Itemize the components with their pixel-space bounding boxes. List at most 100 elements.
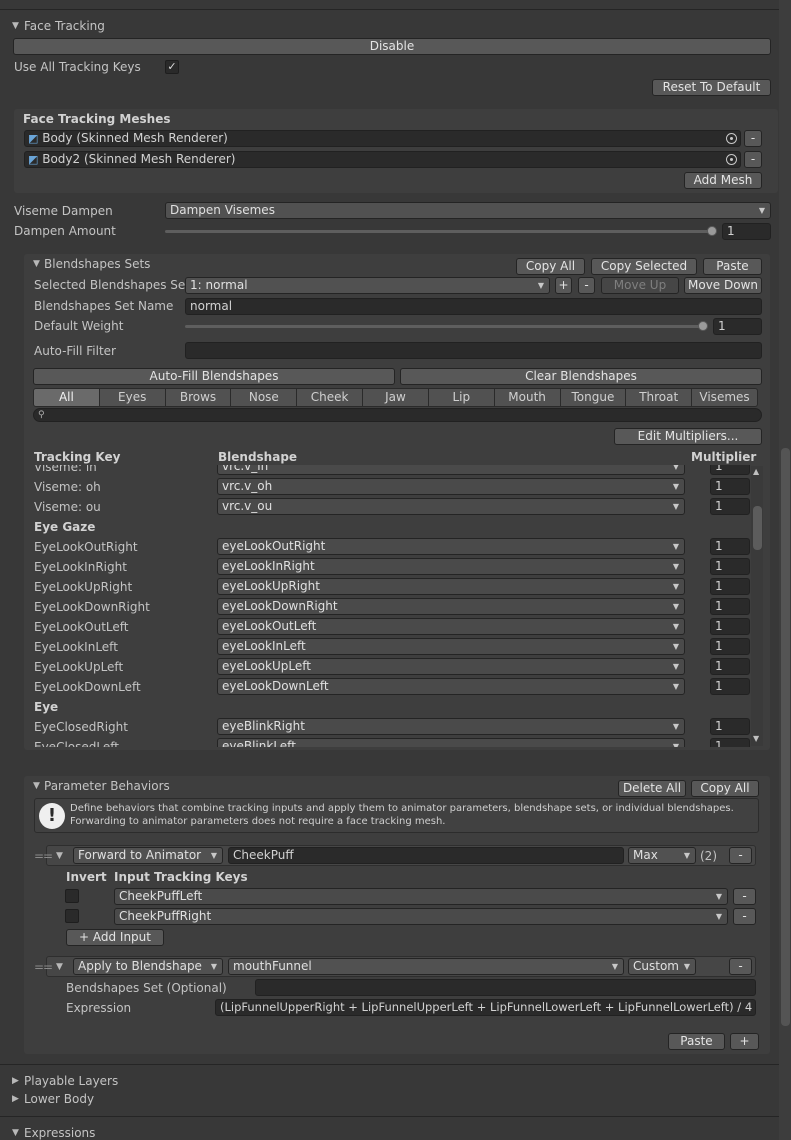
blendshape-dropdown[interactable]: eyeLookDownRight ▼ [217, 598, 685, 615]
face-tracking-header[interactable]: Face Tracking [24, 18, 105, 34]
object-picker-icon[interactable] [726, 154, 737, 165]
viseme-dampen-dropdown[interactable]: Dampen Visemes ▼ [165, 202, 771, 219]
remove-input-button[interactable]: - [733, 888, 756, 905]
blendshape-dropdown[interactable]: vrc.v_ou ▼ [217, 498, 685, 515]
default-weight-field[interactable]: 1 [713, 318, 762, 335]
blendshape-dropdown[interactable]: eyeBlinkRight ▼ [217, 718, 685, 735]
tab-mouth[interactable]: Mouth [494, 388, 561, 407]
tab-cheek[interactable]: Cheek [297, 388, 364, 407]
playable-layers-header[interactable]: Playable Layers [24, 1073, 118, 1089]
blendshape-search-input[interactable]: ⚲ [33, 408, 762, 422]
foldout-arrow-open-icon[interactable]: ▼ [33, 778, 40, 794]
mesh-field-body2[interactable]: ◩ Body2 (Skinned Mesh Renderer) [24, 151, 741, 168]
blendshapes-set-name-field[interactable]: normal [185, 298, 762, 315]
multiplier-field[interactable]: 1 [710, 498, 750, 515]
blendshape-dropdown[interactable]: eyeLookDownLeft ▼ [217, 678, 685, 695]
move-down-button[interactable]: Move Down [684, 277, 762, 294]
remove-set-button[interactable]: - [578, 277, 595, 294]
inspector-scrollbar-thumb[interactable] [781, 448, 790, 1026]
multiplier-field[interactable]: 1 [710, 678, 750, 695]
invert-checkbox[interactable] [65, 909, 79, 923]
mesh-field-body[interactable]: ◩ Body (Skinned Mesh Renderer) [24, 130, 741, 147]
remove-mesh-button[interactable]: - [744, 130, 762, 147]
lower-body-header[interactable]: Lower Body [24, 1091, 94, 1107]
move-up-button[interactable]: Move Up [601, 277, 679, 294]
tab-brows[interactable]: Brows [165, 388, 232, 407]
multiplier-field[interactable]: 1 [710, 558, 750, 575]
multiplier-field[interactable]: 1 [710, 578, 750, 595]
target-blendshape-dropdown[interactable]: mouthFunnel ▼ [228, 958, 624, 975]
disable-button[interactable]: Disable [13, 38, 771, 55]
blendshape-dropdown[interactable]: eyeLookOutRight ▼ [217, 538, 685, 555]
dampen-amount-slider-knob[interactable] [707, 226, 717, 236]
remove-mesh-button[interactable]: - [744, 151, 762, 168]
auto-fill-blendshapes-button[interactable]: Auto-Fill Blendshapes [33, 368, 395, 385]
multiplier-field[interactable]: 1 [710, 638, 750, 655]
reset-to-default-button[interactable]: Reset To Default [652, 79, 771, 96]
dampen-amount-slider-track[interactable] [165, 230, 715, 233]
scroll-up-arrow-icon[interactable]: ▲ [753, 467, 759, 476]
copy-all-sets-button[interactable]: Copy All [516, 258, 585, 275]
expression-field[interactable]: (LipFunnelUpperRight + LipFunnelUpperLef… [215, 999, 756, 1016]
drag-handle-icon[interactable]: == [34, 961, 53, 973]
blendshape-dropdown[interactable]: eyeLookOutLeft ▼ [217, 618, 685, 635]
blendshape-dropdown[interactable]: eyeLookInLeft ▼ [217, 638, 685, 655]
blendshape-dropdown[interactable]: eyeBlinkLeft ▼ [217, 738, 685, 747]
parameter-behaviors-header[interactable]: Parameter Behaviors [44, 778, 170, 794]
multiplier-field[interactable]: 1 [710, 738, 750, 747]
paste-sets-button[interactable]: Paste [703, 258, 762, 275]
input-tracking-key-dropdown[interactable]: CheekPuffRight ▼ [114, 908, 728, 925]
foldout-arrow-closed-icon[interactable]: ▶ [12, 1091, 19, 1107]
expressions-header[interactable]: Expressions [24, 1125, 95, 1140]
paste-behavior-button[interactable]: Paste [668, 1033, 725, 1050]
invert-checkbox[interactable] [65, 889, 79, 903]
combine-mode-dropdown[interactable]: Max ▼ [628, 847, 696, 864]
blendshapes-set-optional-field[interactable] [255, 979, 756, 996]
tab-eyes[interactable]: Eyes [99, 388, 166, 407]
drag-handle-icon[interactable]: == [34, 850, 53, 862]
multiplier-field[interactable]: 1 [710, 658, 750, 675]
copy-all-behaviors-button[interactable]: Copy All [691, 780, 759, 797]
input-tracking-key-dropdown[interactable]: CheekPuffLeft ▼ [114, 888, 728, 905]
default-weight-slider-knob[interactable] [698, 321, 708, 331]
selected-blendshapes-set-dropdown[interactable]: 1: normal ▼ [185, 277, 550, 294]
remove-input-button[interactable]: - [733, 908, 756, 925]
clear-blendshapes-button[interactable]: Clear Blendshapes [400, 368, 762, 385]
use-all-tracking-keys-checkbox[interactable]: ✓ [165, 60, 179, 74]
blendshape-dropdown[interactable]: eyeLookUpRight ▼ [217, 578, 685, 595]
foldout-arrow-open-icon[interactable]: ▼ [56, 959, 63, 975]
scroll-down-arrow-icon[interactable]: ▼ [753, 734, 759, 743]
tab-lip[interactable]: Lip [428, 388, 495, 407]
multiplier-field[interactable]: 1 [710, 598, 750, 615]
tab-jaw[interactable]: Jaw [363, 388, 429, 407]
blendshape-dropdown[interactable]: vrc.v_ih ▼ [217, 465, 685, 475]
tab-tongue[interactable]: Tongue [560, 388, 627, 407]
object-picker-icon[interactable] [726, 133, 737, 144]
delete-all-button[interactable]: Delete All [618, 780, 686, 797]
tab-nose[interactable]: Nose [231, 388, 298, 407]
multiplier-field[interactable]: 1 [710, 718, 750, 735]
multiplier-field[interactable]: 1 [710, 465, 750, 475]
add-behavior-button[interactable]: + [730, 1033, 759, 1050]
remove-behavior-button[interactable]: - [729, 958, 752, 975]
remove-behavior-button[interactable]: - [729, 847, 752, 864]
multiplier-field[interactable]: 1 [710, 618, 750, 635]
add-input-button[interactable]: + Add Input [66, 929, 164, 946]
auto-fill-filter-field[interactable] [185, 342, 762, 359]
list-scrollbar-thumb[interactable] [753, 506, 762, 550]
default-weight-slider-track[interactable] [185, 325, 706, 328]
blendshape-dropdown[interactable]: eyeLookInRight ▼ [217, 558, 685, 575]
multiplier-field[interactable]: 1 [710, 538, 750, 555]
behavior-mode-dropdown[interactable]: Apply to Blendshape ▼ [73, 958, 223, 975]
copy-selected-button[interactable]: Copy Selected [591, 258, 697, 275]
multiplier-field[interactable]: 1 [710, 478, 750, 495]
tab-throat[interactable]: Throat [626, 388, 693, 407]
blendshape-dropdown[interactable]: eyeLookUpLeft ▼ [217, 658, 685, 675]
edit-multipliers-button[interactable]: Edit Multipliers... [614, 428, 762, 445]
behavior-mode-dropdown[interactable]: Forward to Animator ▼ [73, 847, 223, 864]
combine-mode-dropdown[interactable]: Custom ▼ [628, 958, 696, 975]
tab-visemes[interactable]: Visemes [692, 388, 758, 407]
blendshapes-sets-header[interactable]: Blendshapes Sets [44, 256, 150, 272]
foldout-arrow-closed-icon[interactable]: ▶ [12, 1073, 19, 1089]
foldout-arrow-open-icon[interactable]: ▼ [56, 848, 63, 864]
